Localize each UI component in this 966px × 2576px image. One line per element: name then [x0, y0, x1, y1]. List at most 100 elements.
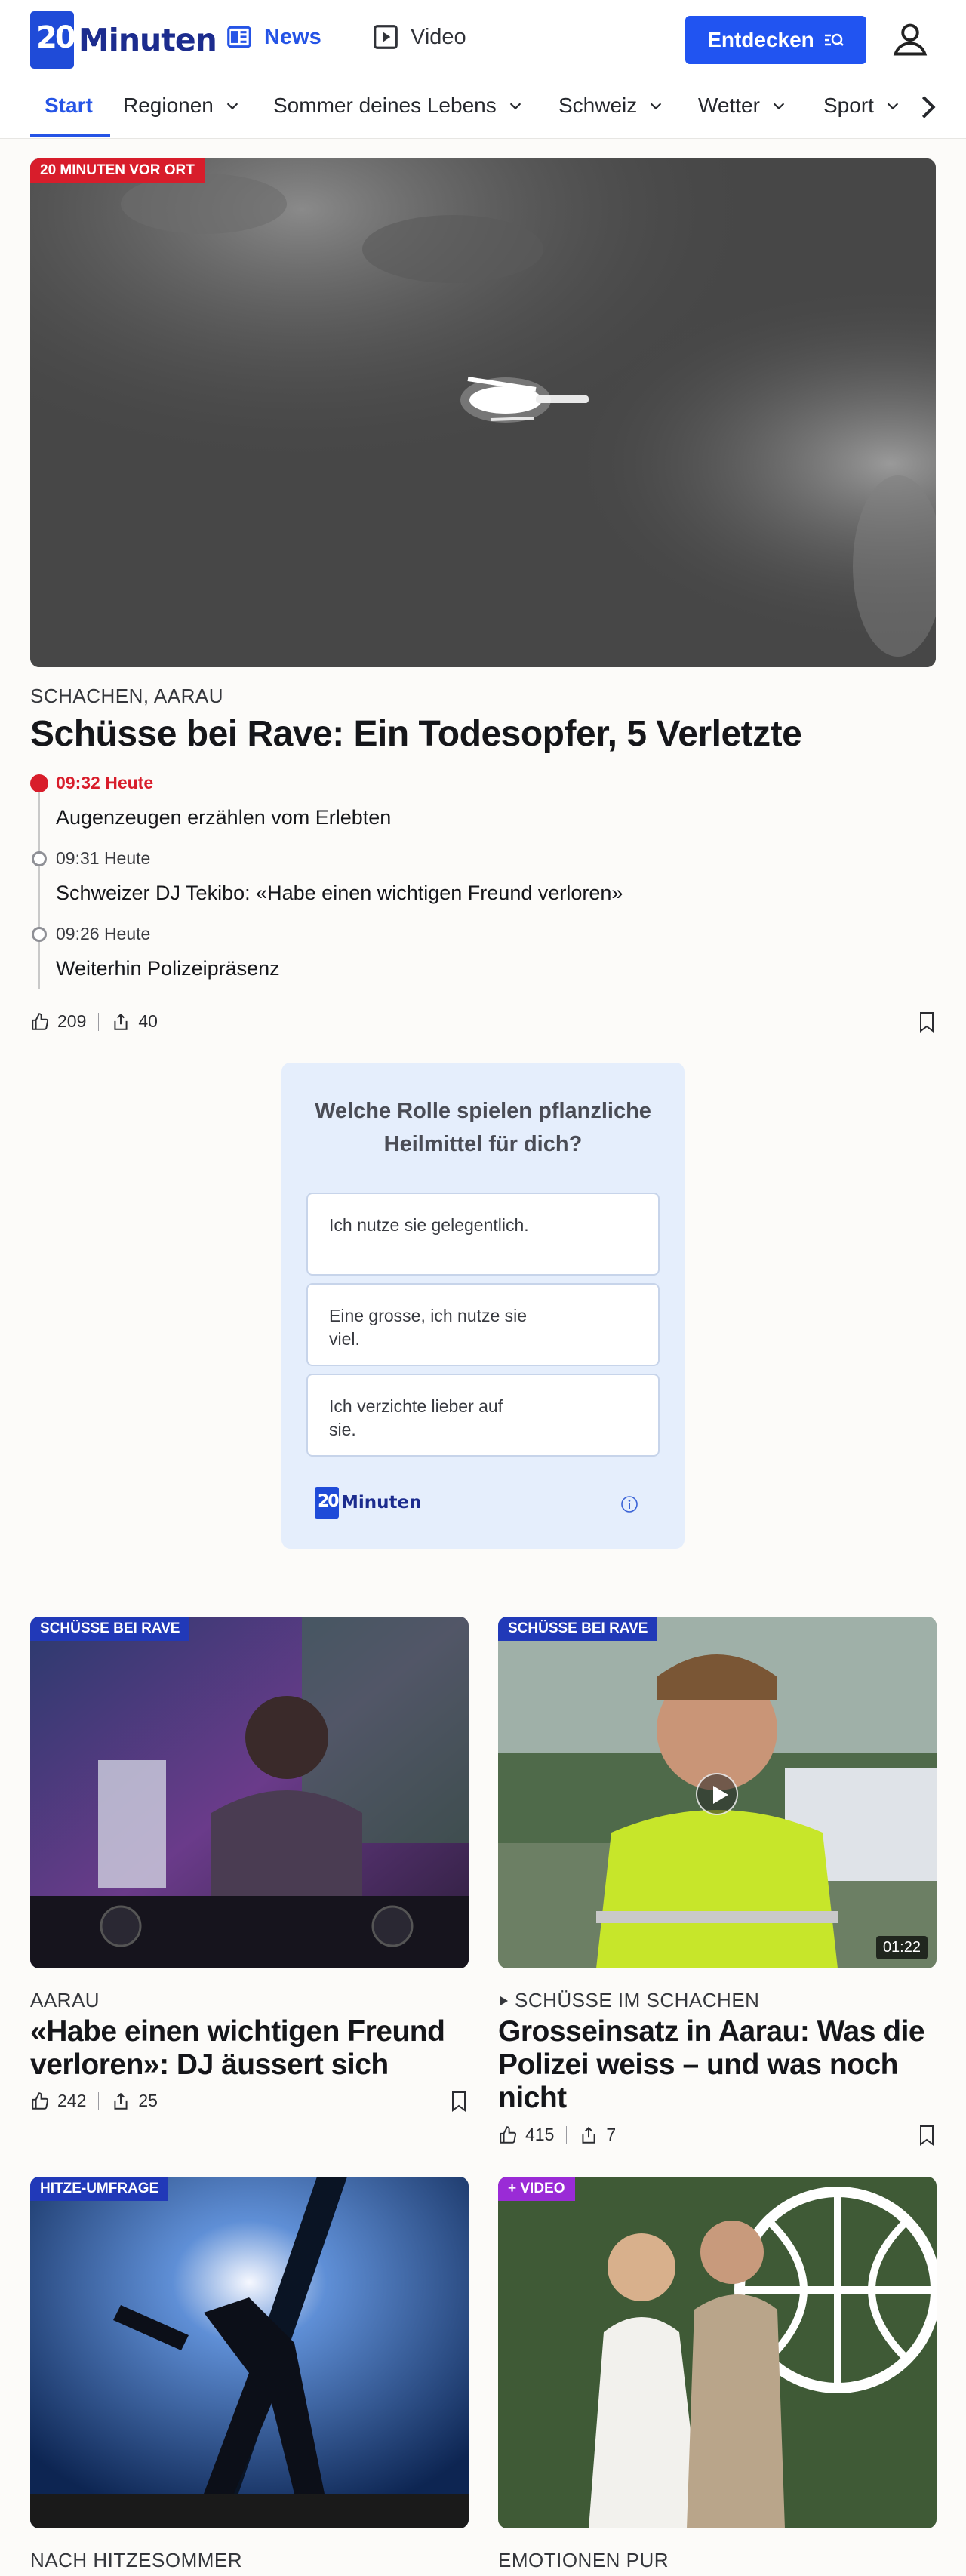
thumbs-up-icon[interactable]	[498, 2125, 518, 2145]
card-kicker-text: SCHÜSSE IM SCHACHEN	[515, 1989, 760, 2011]
tab-schweiz[interactable]: Schweiz	[558, 94, 664, 118]
divider	[98, 1012, 100, 1031]
card-tag: + VIDEO	[498, 2177, 575, 2201]
card-tag: SCHÜSSE BEI RAVE	[498, 1617, 658, 1641]
hero-image[interactable]: 20 MINUTEN VOR ORT	[30, 158, 936, 667]
bookmark-icon[interactable]	[918, 1011, 936, 1033]
card-title[interactable]: Grosseinsatz in Aarau: Was die Polizei w…	[498, 2015, 937, 2115]
hero-kicker: SCHACHEN, AARAU	[30, 685, 223, 707]
hero-reactions: 209 40	[30, 1011, 158, 1032]
share-icon[interactable]	[111, 2091, 131, 2111]
tab-schweiz-label: Schweiz	[558, 94, 638, 117]
poll-option-label: Eine grosse, ich nutze sie viel.	[329, 1306, 528, 1349]
tab-regionen[interactable]: Regionen	[123, 94, 241, 118]
card-tag: HITZE-UMFRAGE	[30, 2177, 169, 2201]
timeline-text: Augenzeugen erzählen vom Erlebten	[56, 806, 392, 829]
timeline-time: 09:31 Heute	[56, 848, 151, 868]
timeline-line	[38, 785, 40, 989]
card-kicker: SCHÜSSE IM SCHACHEN	[498, 1989, 759, 2012]
poll-logo-number: 20	[318, 1492, 340, 1511]
bookmark-icon[interactable]	[450, 2091, 468, 2112]
play-icon	[374, 25, 398, 49]
chevron-down-icon	[226, 103, 238, 110]
card-kicker: EMOTIONEN PUR	[498, 2549, 669, 2571]
like-count: 209	[57, 1011, 87, 1031]
user-icon[interactable]	[891, 20, 930, 59]
construction-worker-photo	[30, 2177, 469, 2528]
card-image[interactable]: HITZE-UMFRAGE	[30, 2177, 469, 2528]
timeline-dot-icon	[32, 927, 47, 942]
logo-text: Minuten	[78, 22, 217, 58]
thumbs-up-icon[interactable]	[30, 2091, 50, 2111]
bookmark-icon[interactable]	[918, 2125, 936, 2146]
divider	[566, 2125, 568, 2144]
poll-logo: 20 Minuten	[315, 1487, 422, 1519]
poll-logo-mark: 20	[315, 1487, 340, 1519]
nav-video[interactable]: Video	[371, 23, 466, 51]
nav-news[interactable]: News	[225, 23, 321, 51]
share-count: 40	[138, 1011, 158, 1031]
card-tag: SCHÜSSE BEI RAVE	[30, 1617, 190, 1641]
card-reactions: 242 25	[30, 2091, 158, 2111]
poll-option[interactable]: Eine grosse, ich nutze sie viel.	[306, 1283, 660, 1366]
dj-photo	[30, 1617, 469, 1968]
chevron-down-icon	[509, 103, 521, 110]
tab-sommer-label: Sommer deines Lebens	[273, 94, 497, 117]
chevron-right-icon[interactable]	[913, 92, 943, 122]
tab-sommer[interactable]: Sommer deines Lebens	[273, 94, 524, 118]
site-logo[interactable]: 20 Minuten	[30, 11, 217, 69]
hero-tag: 20 MINUTEN VOR ORT	[30, 158, 205, 183]
logo-mark-number: 20	[36, 20, 76, 55]
play-button[interactable]	[696, 1773, 738, 1815]
tab-start-label: Start	[45, 94, 93, 117]
couple-photo	[498, 2177, 937, 2528]
active-tab-indicator	[30, 134, 110, 137]
thumbs-up-icon[interactable]	[30, 1012, 50, 1032]
chevron-down-icon	[887, 103, 899, 110]
card-kicker: NACH HITZESOMMER	[30, 2549, 242, 2571]
nav-news-label: News	[264, 24, 321, 49]
share-count: 25	[138, 2091, 158, 2110]
tab-sport-label: Sport	[823, 94, 874, 117]
tab-wetter-label: Wetter	[698, 94, 760, 117]
card-title[interactable]: «Habe einen wichtigen Freund verloren»: …	[30, 2015, 469, 2082]
timeline-time: 09:26 Heute	[56, 924, 151, 943]
timeline-dot-icon	[32, 851, 47, 866]
like-count: 242	[57, 2091, 87, 2110]
search-list-icon	[824, 33, 844, 46]
divider	[98, 2091, 100, 2110]
top-header: 20 Minuten News Video Entdecken	[0, 0, 966, 78]
poll-option[interactable]: Ich verzichte lieber auf sie.	[306, 1374, 660, 1457]
logo-mark: 20	[30, 11, 76, 69]
newspaper-icon	[227, 26, 251, 48]
nav-video-label: Video	[411, 24, 466, 49]
like-count: 415	[525, 2125, 555, 2144]
card-image[interactable]: SCHÜSSE BEI RAVE 01:22	[498, 1617, 937, 1968]
poll-option-label: Ich verzichte lieber auf sie.	[329, 1396, 503, 1439]
poll-widget: Welche Rolle spielen pflanzliche Heilmit…	[281, 1063, 685, 1549]
tab-wetter[interactable]: Wetter	[698, 94, 787, 118]
share-count: 7	[606, 2125, 617, 2144]
share-icon[interactable]	[111, 1012, 131, 1032]
timeline-text: Weiterhin Polizeipräsenz	[56, 957, 280, 980]
card-image[interactable]: SCHÜSSE BEI RAVE	[30, 1617, 469, 1968]
tab-start[interactable]: Start	[45, 94, 93, 118]
tab-regionen-label: Regionen	[123, 94, 214, 117]
card-reactions: 415 7	[498, 2125, 616, 2145]
chevron-down-icon	[651, 103, 662, 110]
discover-button[interactable]: Entdecken	[685, 16, 866, 64]
play-small-icon	[500, 1996, 508, 2005]
category-nav: Start Regionen Sommer deines Lebens Schw…	[0, 78, 966, 139]
video-duration: 01:22	[875, 1936, 928, 1959]
poll-question: Welche Rolle spielen pflanzliche Heilmit…	[315, 1099, 651, 1156]
hero-title[interactable]: Schüsse bei Rave: Ein Todesopfer, 5 Verl…	[30, 713, 802, 755]
poll-option[interactable]: Ich nutze sie gelegentlich.	[306, 1193, 660, 1276]
poll-logo-text: Minuten	[341, 1493, 422, 1513]
info-icon[interactable]	[620, 1495, 638, 1513]
timeline-time: 09:32 Heute	[56, 773, 154, 792]
card-image[interactable]: + VIDEO	[498, 2177, 937, 2528]
share-icon[interactable]	[579, 2125, 598, 2145]
chevron-down-icon	[773, 103, 785, 110]
tab-sport[interactable]: Sport	[823, 94, 901, 118]
discover-label: Entdecken	[707, 28, 814, 51]
